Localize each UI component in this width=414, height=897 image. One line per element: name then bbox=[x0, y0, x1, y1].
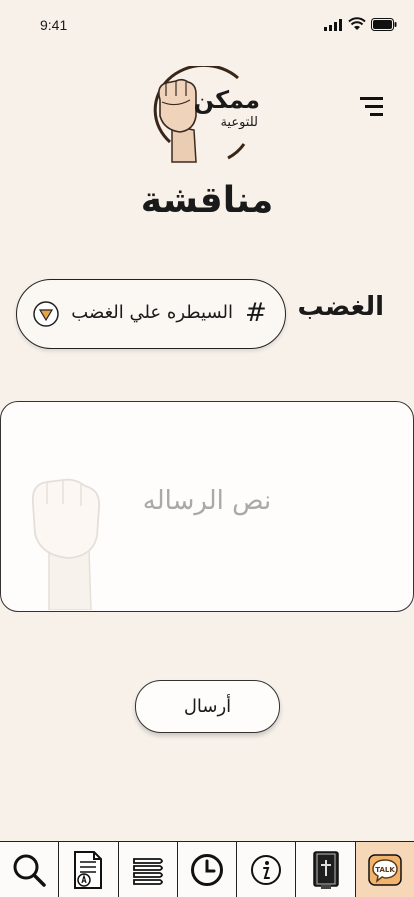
nav-documents[interactable] bbox=[59, 842, 119, 897]
status-bar: 9:41 bbox=[0, 0, 414, 50]
nav-bible[interactable] bbox=[296, 842, 356, 897]
menu-icon[interactable] bbox=[356, 94, 386, 120]
clock-icon bbox=[190, 853, 223, 886]
signal-icon bbox=[324, 19, 342, 31]
chevron-down-icon bbox=[33, 301, 59, 327]
svg-text:للتوعية: للتوعية bbox=[220, 115, 258, 130]
talk-icon: TALK bbox=[368, 853, 402, 886]
books-icon bbox=[132, 857, 163, 885]
battery-icon bbox=[371, 18, 397, 31]
search-icon bbox=[13, 854, 46, 887]
bible-icon bbox=[312, 850, 339, 889]
wifi-icon bbox=[348, 17, 366, 30]
topic-dropdown[interactable]: # السيطره علي الغضب bbox=[16, 279, 286, 349]
message-placeholder: نص الرساله bbox=[142, 486, 272, 516]
document-icon bbox=[74, 850, 103, 889]
app-logo: ممكن للتوعية bbox=[153, 66, 260, 163]
nav-talk[interactable]: TALK bbox=[355, 842, 414, 897]
topic-selected-value: السيطره علي الغضب bbox=[71, 302, 233, 323]
bottom-nav: TALK bbox=[0, 841, 414, 897]
nav-info[interactable] bbox=[237, 842, 297, 897]
page-title: مناقشة bbox=[140, 180, 274, 221]
svg-text:TALK: TALK bbox=[375, 866, 395, 874]
hash-icon: # bbox=[245, 298, 267, 328]
svg-text:ممكن: ممكن bbox=[193, 86, 260, 114]
send-button[interactable]: أرسال bbox=[135, 680, 280, 733]
info-icon bbox=[251, 854, 282, 885]
topic-label: الغضب bbox=[297, 292, 385, 322]
nav-history[interactable] bbox=[178, 842, 238, 897]
nav-search[interactable] bbox=[0, 842, 60, 897]
message-textarea[interactable]: نص الرساله bbox=[0, 401, 414, 612]
nav-library[interactable] bbox=[119, 842, 178, 897]
status-time: 9:41 bbox=[40, 17, 68, 33]
